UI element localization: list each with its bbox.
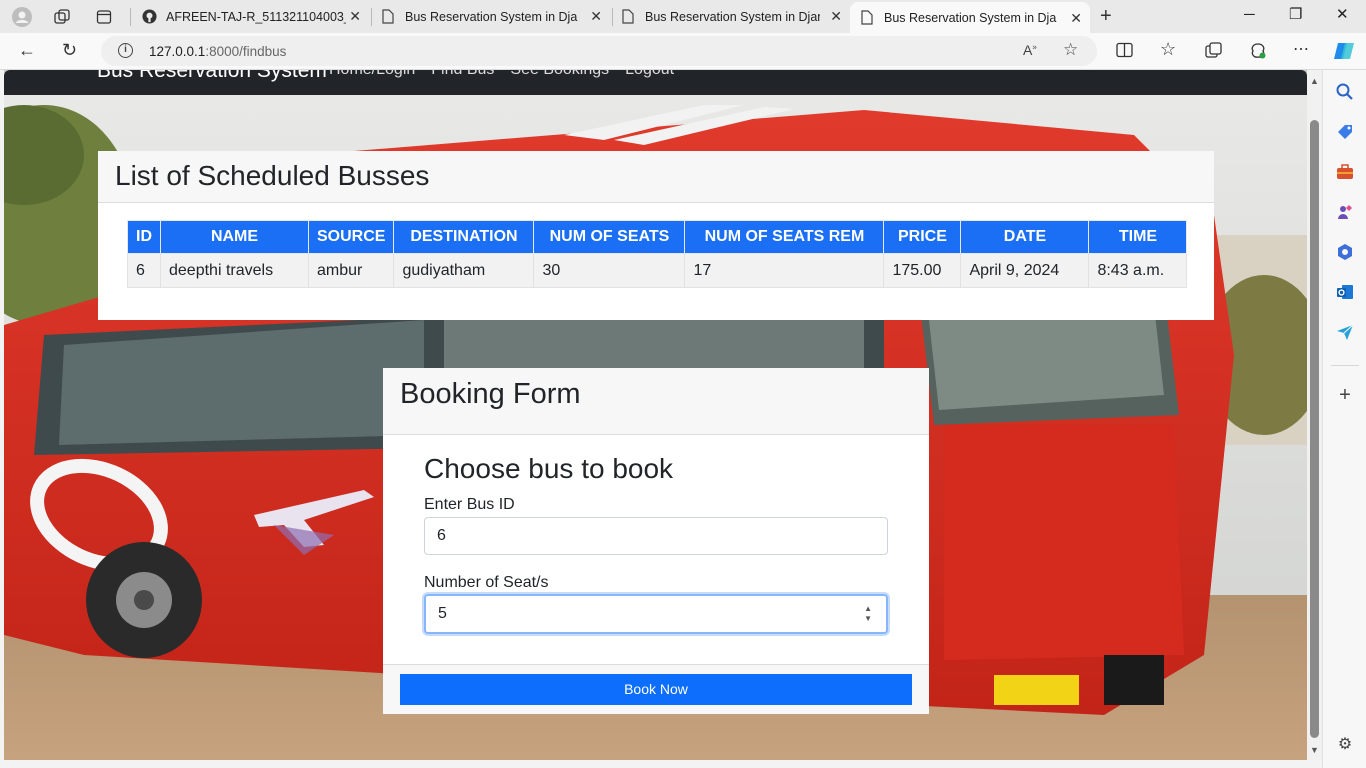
- nav-link-home-login[interactable]: Home/Login: [329, 70, 415, 79]
- column-header: NAME: [160, 220, 309, 254]
- number-stepper-icon[interactable]: ▲ ▼: [864, 604, 872, 624]
- tab-title: Bus Reservation System in Djang: [405, 9, 578, 24]
- bus-id-value: 6: [437, 527, 446, 544]
- close-tab-icon[interactable]: ✕: [1070, 10, 1082, 27]
- address-bar[interactable]: i 127.0.0.1:8000/findbus A» ☆: [101, 36, 1097, 66]
- address-toolbar: ← ↻ i 127.0.0.1:8000/findbus A» ☆ ☆ ⋯: [0, 33, 1366, 70]
- booking-form-footer: Book Now: [383, 664, 929, 714]
- github-icon: [141, 9, 157, 25]
- cell-source: ambur: [307, 253, 395, 288]
- scroll-down-icon[interactable]: ▼: [1310, 745, 1319, 755]
- profile-icon[interactable]: [11, 6, 33, 28]
- outlook-icon[interactable]: [1335, 282, 1355, 302]
- scheduled-busses-card: List of Scheduled Busses ID NAME SOURCE …: [98, 151, 1214, 320]
- tab-actions-icon[interactable]: [93, 6, 115, 28]
- nav-link-logout[interactable]: Logout: [625, 70, 674, 79]
- page-viewport: Bus Reservation System Home/Login Find B…: [4, 70, 1307, 760]
- cell-time: 8:43 a.m.: [1088, 253, 1188, 288]
- tab-bus-reservation-2[interactable]: Bus Reservation System in Djang ✕: [620, 0, 850, 33]
- split-screen-icon[interactable]: [1116, 42, 1133, 63]
- tab-title: AFREEN-TAJ-R_511321104003_N: [166, 9, 346, 24]
- seats-label: Number of Seat/s: [424, 574, 549, 591]
- booking-form-card: Booking Form Choose bus to book Enter Bu…: [383, 368, 929, 714]
- read-aloud-icon[interactable]: A»: [1023, 42, 1037, 58]
- cell-seats-remaining: 17: [684, 253, 885, 288]
- cell-date: April 9, 2024: [960, 253, 1090, 288]
- nav-links: Home/Login Find Bus See Bookings Logout: [329, 70, 674, 79]
- close-window-icon[interactable]: ✕: [1336, 5, 1349, 23]
- restore-icon[interactable]: ❐: [1289, 5, 1302, 23]
- page-scrollbar[interactable]: ▲ ▼: [1307, 70, 1322, 760]
- url-text: 127.0.0.1:8000/findbus: [149, 44, 287, 59]
- browser-sidebar: + ⚙: [1322, 70, 1366, 768]
- column-header: TIME: [1088, 220, 1188, 254]
- tools-briefcase-icon[interactable]: [1335, 162, 1355, 182]
- scrollbar-thumb[interactable]: [1310, 120, 1319, 738]
- column-header: NUM OF SEATS: [533, 220, 686, 254]
- seats-value: 5: [438, 605, 447, 622]
- cell-price: 175.00: [883, 253, 962, 288]
- tab-bus-reservation-1[interactable]: Bus Reservation System in Djang ✕: [380, 0, 610, 33]
- tab-title: Bus Reservation System in Djang: [645, 9, 820, 24]
- shopping-tag-icon[interactable]: [1335, 122, 1355, 142]
- column-header: NUM OF SEATS REM: [684, 220, 885, 254]
- browser-tab-bar: AFREEN-TAJ-R_511321104003_N ✕ Bus Reserv…: [0, 0, 1366, 33]
- site-brand[interactable]: Bus Reservation System: [97, 70, 327, 83]
- cell-id: 6: [127, 253, 161, 288]
- sidebar-settings-icon[interactable]: ⚙: [1335, 734, 1355, 754]
- cell-destination: gudiyatham: [393, 253, 535, 288]
- search-icon[interactable]: [1335, 82, 1355, 102]
- choose-bus-heading: Choose bus to book: [424, 453, 674, 484]
- workspaces-icon[interactable]: [51, 6, 73, 28]
- nav-link-find-bus[interactable]: Find Bus: [431, 70, 494, 79]
- more-options-icon[interactable]: ⋯: [1293, 39, 1310, 59]
- booking-form-header: Booking Form: [383, 368, 929, 435]
- page-icon: [620, 9, 636, 25]
- site-info-icon[interactable]: i: [118, 43, 133, 58]
- table-row: 6 deepthi travels ambur gudiyatham 30 17…: [127, 253, 1188, 288]
- bus-id-input[interactable]: 6: [424, 517, 888, 555]
- page-icon: [859, 10, 875, 26]
- scroll-up-icon[interactable]: ▲: [1310, 76, 1319, 86]
- book-now-button[interactable]: Book Now: [400, 674, 912, 705]
- column-header: PRICE: [883, 220, 962, 254]
- close-tab-icon[interactable]: ✕: [349, 8, 361, 25]
- games-icon[interactable]: [1335, 202, 1355, 222]
- minimize-icon[interactable]: ─: [1244, 6, 1255, 23]
- copilot-icon[interactable]: [1332, 39, 1356, 68]
- browser-essentials-icon[interactable]: [1249, 42, 1267, 65]
- tab-title: Bus Reservation System in Djang: [884, 10, 1057, 25]
- table-header-row: ID NAME SOURCE DESTINATION NUM OF SEATS …: [127, 220, 1188, 254]
- tab-github[interactable]: AFREEN-TAJ-R_511321104003_N ✕: [141, 0, 369, 33]
- cell-num-seats: 30: [533, 253, 686, 288]
- page-icon: [380, 9, 396, 25]
- send-drop-icon[interactable]: [1335, 322, 1355, 342]
- close-tab-icon[interactable]: ✕: [590, 8, 602, 25]
- new-tab-icon[interactable]: +: [1100, 5, 1112, 28]
- back-icon[interactable]: ←: [18, 40, 36, 61]
- refresh-icon[interactable]: ↻: [62, 40, 77, 61]
- scheduled-busses-title: List of Scheduled Busses: [115, 160, 430, 191]
- favorites-icon[interactable]: ☆: [1160, 39, 1176, 60]
- add-sidebar-app-icon[interactable]: +: [1335, 385, 1355, 406]
- seats-number-input[interactable]: 5 ▲ ▼: [424, 594, 888, 634]
- nav-link-see-bookings[interactable]: See Bookings: [510, 70, 609, 79]
- microsoft-365-icon[interactable]: [1335, 242, 1355, 262]
- column-header: ID: [127, 220, 161, 254]
- column-header: DESTINATION: [393, 220, 535, 254]
- tab-bus-reservation-active[interactable]: Bus Reservation System in Djang ✕: [850, 2, 1090, 33]
- site-navbar: Bus Reservation System Home/Login Find B…: [4, 70, 1307, 95]
- bus-id-label: Enter Bus ID: [424, 496, 515, 513]
- booking-form-title: Booking Form: [400, 378, 581, 410]
- favorite-star-icon[interactable]: ☆: [1063, 40, 1078, 60]
- collections-icon[interactable]: [1205, 42, 1222, 64]
- close-tab-icon[interactable]: ✕: [830, 8, 842, 25]
- cell-name: deepthi travels: [160, 253, 309, 288]
- scheduled-busses-header: List of Scheduled Busses: [98, 151, 1214, 203]
- bus-table: ID NAME SOURCE DESTINATION NUM OF SEATS …: [127, 220, 1188, 288]
- column-header: SOURCE: [307, 220, 395, 254]
- column-header: DATE: [960, 220, 1090, 254]
